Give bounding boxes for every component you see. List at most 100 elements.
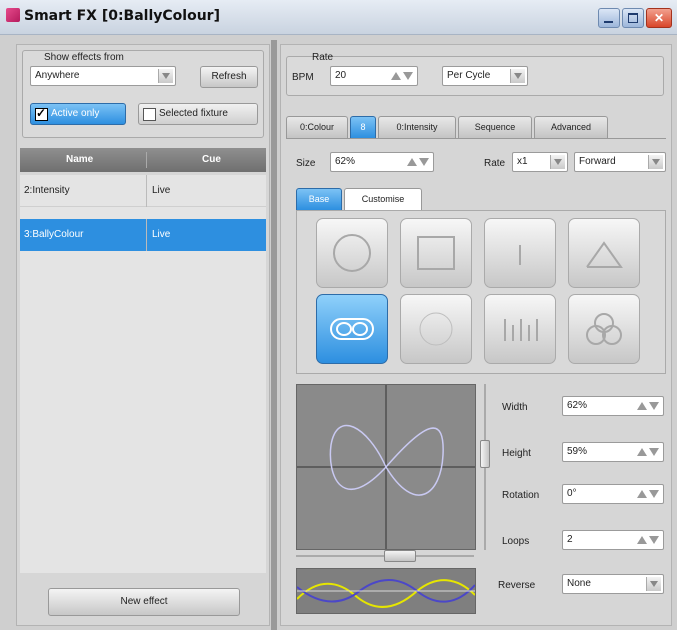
waveform-preview xyxy=(296,568,476,614)
minimize-button[interactable] xyxy=(598,8,620,28)
height-spinner[interactable]: 59% xyxy=(562,442,664,462)
rotation-spinner[interactable]: 0° xyxy=(562,484,664,504)
effects-table: 2:Intensity Live 3:BallyColour Live xyxy=(20,175,266,573)
triangle-shape-icon xyxy=(586,241,623,268)
up-down-arrows-icon[interactable] xyxy=(635,487,661,501)
chevron-down-icon xyxy=(510,69,525,83)
shape-bally[interactable] xyxy=(484,294,556,364)
rate-mode-value: Per Cycle xyxy=(447,70,491,81)
bpm-value: 20 xyxy=(335,70,347,81)
effects-table-header: Name Cue xyxy=(20,148,266,172)
shape-blank[interactable] xyxy=(400,294,472,364)
up-down-arrows-icon[interactable] xyxy=(635,533,661,547)
subtab-customise[interactable]: Customise xyxy=(344,188,422,210)
up-down-arrows-icon[interactable] xyxy=(405,155,431,169)
chevron-down-icon xyxy=(648,155,663,169)
slider-handle[interactable] xyxy=(480,440,490,468)
selected-fixture-toggle[interactable]: Selected fixture xyxy=(138,103,258,125)
slider-handle[interactable] xyxy=(384,550,416,562)
tab-effect[interactable]: 8 xyxy=(350,116,376,138)
column-divider xyxy=(146,152,147,168)
effects-source-select[interactable]: Anywhere xyxy=(30,66,176,86)
subtab-base[interactable]: Base xyxy=(296,188,342,210)
up-down-arrows-icon[interactable] xyxy=(635,399,661,413)
bpm-label: BPM xyxy=(292,72,314,83)
tab-divider xyxy=(286,138,666,139)
smart-fx-app-icon xyxy=(6,8,20,22)
checkbox-unchecked-icon xyxy=(143,108,156,121)
row-name: 3:BallyColour xyxy=(24,229,84,240)
rate-multiplier-select[interactable]: x1 xyxy=(512,152,568,172)
new-effect-button[interactable]: New effect xyxy=(48,588,240,616)
size-spinner[interactable]: 62% xyxy=(330,152,434,172)
size-value: 62% xyxy=(335,156,356,167)
width-label: Width xyxy=(502,402,528,413)
size-label: Size xyxy=(296,158,316,169)
up-down-arrows-icon[interactable] xyxy=(635,445,661,459)
column-header-cue[interactable]: Cue xyxy=(202,154,221,165)
shape-circle[interactable] xyxy=(316,218,388,288)
figure-eight-path-preview xyxy=(297,385,475,549)
bally-shape-icon xyxy=(504,319,538,341)
tab-advanced[interactable]: Advanced xyxy=(534,116,608,138)
reverse-select[interactable]: None xyxy=(562,574,664,594)
reverse-value: None xyxy=(567,578,591,589)
height-value: 59% xyxy=(567,446,588,457)
blank-shape-icon xyxy=(419,312,453,346)
width-value: 62% xyxy=(567,400,588,411)
row-cue: Live xyxy=(152,229,171,240)
effect-preview[interactable] xyxy=(296,384,476,550)
chevron-down-icon xyxy=(646,577,661,591)
figure-eight-shape-icon xyxy=(330,318,374,340)
row-cue: Live xyxy=(152,185,171,196)
cell-divider xyxy=(146,219,147,251)
shape-flower[interactable] xyxy=(568,294,640,364)
circle-shape-icon xyxy=(333,234,371,272)
effects-source-value: Anywhere xyxy=(35,70,80,81)
flower-shape-icon xyxy=(586,313,622,345)
direction-value: Forward xyxy=(579,156,616,167)
title-bar: Smart FX [0:BallyColour] ✕ xyxy=(0,0,677,35)
close-button[interactable]: ✕ xyxy=(646,8,672,28)
cell-divider xyxy=(146,175,147,207)
rotation-label: Rotation xyxy=(502,490,540,501)
tab-colour[interactable]: 0:Colour xyxy=(286,116,348,138)
reverse-label: Reverse xyxy=(498,580,536,591)
tab-sequence[interactable]: Sequence xyxy=(458,116,532,138)
width-spinner[interactable]: 62% xyxy=(562,396,664,416)
show-effects-label: Show effects from xyxy=(44,52,124,63)
window-title: Smart FX [0:BallyColour] xyxy=(24,8,220,24)
checkbox-checked-icon xyxy=(35,106,48,121)
rate-multiplier-value: x1 xyxy=(517,156,528,167)
up-down-arrows-icon[interactable] xyxy=(389,69,415,83)
line-shape-icon xyxy=(519,245,521,265)
panel-splitter[interactable] xyxy=(271,40,277,630)
rate-mode-select[interactable]: Per Cycle xyxy=(442,66,528,86)
refresh-button[interactable]: Refresh xyxy=(200,66,258,88)
maximize-button[interactable] xyxy=(622,8,644,28)
direction-select[interactable]: Forward xyxy=(574,152,666,172)
chevron-down-icon xyxy=(550,155,565,169)
table-row[interactable]: 2:Intensity Live xyxy=(20,175,266,207)
shape-figure-eight[interactable] xyxy=(316,294,388,364)
rotation-value: 0° xyxy=(567,488,577,499)
width-slider[interactable] xyxy=(296,550,474,562)
shape-triangle[interactable] xyxy=(568,218,640,288)
table-row-selected[interactable]: 3:BallyColour Live xyxy=(20,219,266,251)
loops-spinner[interactable]: 2 xyxy=(562,530,664,550)
square-shape-icon xyxy=(417,236,455,270)
shape-square[interactable] xyxy=(400,218,472,288)
shape-line[interactable] xyxy=(484,218,556,288)
loops-value: 2 xyxy=(567,534,573,545)
height-slider[interactable] xyxy=(480,384,490,550)
column-header-name[interactable]: Name xyxy=(66,154,93,165)
height-label: Height xyxy=(502,448,531,459)
tab-intensity[interactable]: 0:Intensity xyxy=(378,116,456,138)
waveform-graph xyxy=(296,578,476,609)
bpm-spinner[interactable]: 20 xyxy=(330,66,418,86)
selected-fixture-label: Selected fixture xyxy=(159,108,228,119)
chevron-down-icon xyxy=(158,69,173,83)
rate-group-label: Rate xyxy=(312,52,334,63)
loops-label: Loops xyxy=(502,536,530,547)
active-only-toggle[interactable]: Active only xyxy=(30,103,126,125)
